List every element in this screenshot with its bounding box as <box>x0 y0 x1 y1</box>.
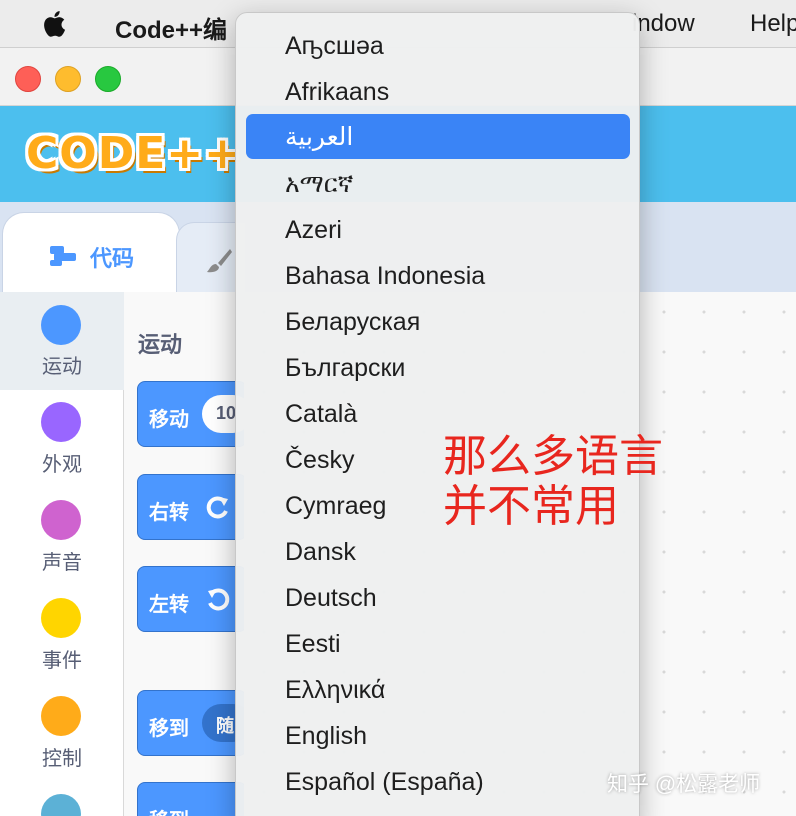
language-item[interactable]: Afrikaans <box>285 72 625 112</box>
block-turn-left-label: 左转 <box>149 594 189 616</box>
category-sound-dot[interactable] <box>41 500 81 540</box>
menu-help[interactable]: Help <box>750 10 796 38</box>
language-item[interactable]: Ελληνικά <box>285 670 625 710</box>
language-item[interactable]: Dansk <box>285 532 625 572</box>
rotate-left-icon <box>208 588 230 611</box>
rotate-right-icon <box>206 496 228 519</box>
close-window-button[interactable] <box>15 66 41 92</box>
language-item[interactable]: Bahasa Indonesia <box>285 256 625 296</box>
block-go-to-xy-label: 移到 x: <box>149 804 212 816</box>
category-control-label[interactable]: 控制 <box>0 742 124 771</box>
code-blocks-icon <box>50 246 76 266</box>
category-events-label[interactable]: 事件 <box>0 644 124 673</box>
minimize-window-button[interactable] <box>55 66 81 92</box>
category-looks-label[interactable]: 外观 <box>0 448 124 477</box>
language-item[interactable]: English <box>285 716 625 756</box>
category-motion-label[interactable]: 运动 <box>0 350 124 379</box>
palette-section-title: 运动 <box>138 332 183 357</box>
language-item[interactable]: Eesti <box>285 624 625 664</box>
brush-icon <box>207 249 232 273</box>
language-item[interactable]: Deutsch <box>285 578 625 618</box>
category-looks-dot[interactable] <box>41 402 81 442</box>
category-motion-dot[interactable] <box>41 305 81 345</box>
block-turn-right-label: 右转 <box>149 502 189 524</box>
zoom-window-button[interactable] <box>95 66 121 92</box>
category-events-dot[interactable] <box>41 598 81 638</box>
block-go-to-label: 移到 <box>149 718 189 740</box>
app-logo[interactable]: CODE++ <box>26 128 242 179</box>
language-item-selected[interactable]: العربية <box>285 117 625 157</box>
language-item[interactable]: Аҧсшәа <box>285 26 625 66</box>
language-item[interactable]: Беларуская <box>285 302 625 342</box>
menu-window[interactable]: indow <box>632 10 695 38</box>
annotation-line-2: 并不常用 <box>443 481 619 532</box>
language-item[interactable]: Azeri <box>285 210 625 250</box>
category-sound-label[interactable]: 声音 <box>0 546 124 575</box>
menu-app-name[interactable]: Code++编 <box>115 10 227 45</box>
tab-code-label: 代码 <box>90 246 135 271</box>
apple-logo-icon[interactable] <box>42 9 70 39</box>
language-item[interactable]: አማርኛ <box>285 164 625 204</box>
watermark: 知乎 @松露老师 <box>607 773 761 796</box>
language-item[interactable]: Español (España) <box>285 762 625 802</box>
category-control-dot[interactable] <box>41 696 81 736</box>
block-move-label: 移动 <box>149 409 189 431</box>
language-item[interactable]: Български <box>285 348 625 388</box>
